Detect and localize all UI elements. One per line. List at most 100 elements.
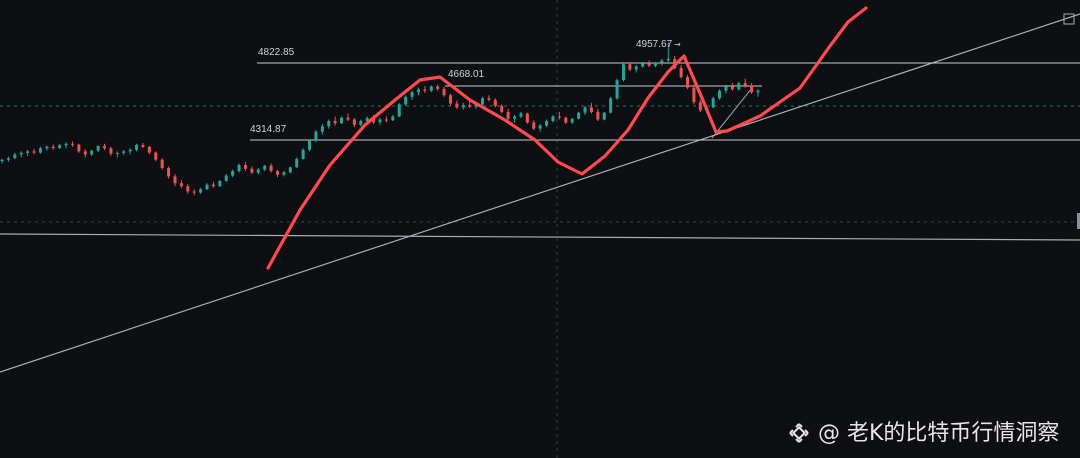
candle-body: [173, 176, 177, 184]
candle-body: [461, 105, 465, 108]
candle-body: [250, 168, 254, 173]
candle-body: [436, 86, 440, 89]
candle-body: [596, 111, 600, 120]
candle-body: [275, 171, 279, 175]
candle-body: [109, 148, 113, 154]
candle-body: [237, 164, 241, 172]
candle-body: [481, 98, 485, 105]
candle-body: [70, 143, 74, 145]
candle-body: [218, 180, 222, 187]
candle-body: [423, 89, 427, 91]
candle-body: [404, 96, 408, 105]
ascending-trendline: [0, 13, 1080, 373]
candle-body: [583, 107, 587, 113]
price-label-4668: 4668.01: [448, 69, 485, 80]
candle-body: [224, 175, 228, 181]
projection-drawing: [266, 6, 868, 270]
candle-body: [359, 121, 363, 125]
candle-body: [199, 189, 203, 193]
candle-body: [141, 144, 145, 147]
candle-body: [621, 64, 625, 81]
candle-body: [6, 158, 10, 160]
candle-body: [564, 117, 568, 123]
candle-body: [295, 158, 299, 168]
candle-body: [103, 146, 107, 149]
candle-body: [647, 63, 651, 66]
candle-body: [442, 88, 446, 96]
candle-body: [692, 87, 696, 103]
candle-body: [750, 85, 754, 93]
candle-body: [19, 152, 23, 155]
candle-body: [545, 121, 549, 126]
candle-body: [532, 122, 536, 129]
candle-body: [77, 144, 81, 152]
price-label-4314: 4314.87: [250, 124, 287, 135]
trend-lines: [0, 13, 1080, 373]
candle-body: [64, 143, 68, 146]
candle-body: [96, 146, 100, 151]
candle-body: [500, 105, 504, 112]
candle-body: [45, 146, 49, 149]
candle-body: [448, 95, 452, 104]
candle-body: [397, 104, 401, 117]
candle-body: [90, 150, 94, 155]
candle-body: [32, 151, 36, 153]
candle-body: [26, 151, 30, 153]
price-label-4822: 4822.85: [258, 47, 295, 58]
candle-body: [167, 168, 171, 177]
candle-body: [628, 64, 632, 70]
candle-body: [13, 154, 17, 159]
candle-body: [493, 99, 497, 106]
candle-body: [679, 67, 683, 78]
candle-body: [538, 125, 542, 129]
candle-body: [410, 92, 414, 97]
candle-body: [513, 116, 517, 119]
candle-body: [686, 77, 690, 88]
chart-grid: [0, 0, 1080, 458]
candle-body: [186, 186, 190, 192]
candle-body: [551, 116, 555, 122]
price-label-4957: 4957.67: [636, 39, 673, 50]
candle-body: [602, 112, 606, 120]
candle-body: [615, 80, 619, 99]
candle-body: [384, 119, 388, 121]
candle-body: [487, 98, 491, 100]
peak-arrow-icon: →: [674, 40, 681, 49]
candle-body: [211, 184, 215, 187]
candle-body: [0, 159, 4, 162]
candle-body: [135, 144, 139, 150]
candle-body: [557, 116, 561, 118]
candle-body: [519, 113, 523, 117]
candle-body: [308, 140, 312, 150]
candle-body: [525, 113, 529, 123]
candle-body: [724, 86, 728, 91]
candle-body: [160, 159, 164, 169]
candle-body: [333, 121, 337, 124]
candle-body: [58, 145, 62, 149]
candle-body: [269, 165, 273, 172]
candle-body: [282, 172, 286, 175]
candle-body: [256, 169, 260, 173]
candle-body: [320, 126, 324, 132]
candle-body: [730, 86, 734, 90]
candle-body: [737, 83, 741, 90]
candle-body: [743, 83, 747, 86]
candle-body: [301, 149, 305, 159]
candle-body: [263, 165, 267, 170]
candle-body: [756, 90, 760, 93]
candle-body: [154, 152, 158, 160]
candle-body: [340, 117, 344, 124]
candle-body: [38, 148, 42, 153]
candle-body: [468, 105, 472, 107]
candles: [0, 42, 760, 196]
candle-body: [455, 103, 459, 108]
candle-body: [698, 102, 702, 111]
candle-body: [718, 90, 722, 99]
candle-body: [570, 118, 574, 123]
candle-body: [179, 183, 183, 187]
candle-body: [711, 98, 715, 108]
horizontal-support-line: [0, 233, 1080, 241]
candle-body: [192, 191, 196, 193]
candle-body: [634, 66, 638, 70]
candle-body: [352, 119, 356, 125]
